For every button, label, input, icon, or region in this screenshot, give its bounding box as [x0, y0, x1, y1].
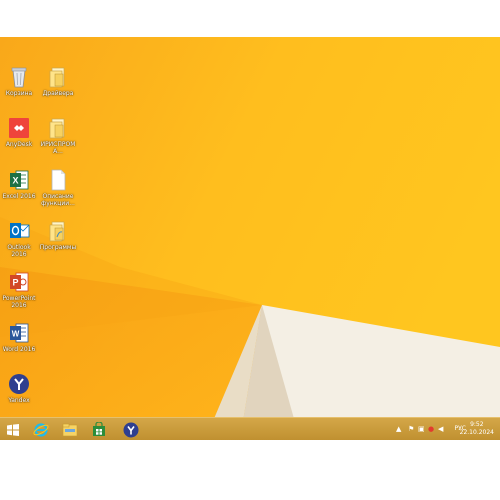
clock-time: 9:52 — [470, 421, 484, 428]
recycle-bin-icon — [8, 65, 30, 89]
action-center-flag-icon[interactable]: ⚑ — [408, 425, 414, 433]
folder-icon — [47, 219, 69, 243]
antivirus-icon[interactable]: ● — [428, 425, 434, 433]
folder-icon — [47, 65, 69, 89]
powerpoint-icon: P — [8, 270, 30, 294]
excel-icon: X — [8, 168, 30, 192]
desktop-icon-irisproma[interactable]: ИРИСПРОМА... — [39, 116, 77, 155]
desktop-icon-function-description[interactable]: Описание функции... — [39, 168, 77, 207]
network-icon[interactable]: ▣ — [418, 425, 425, 433]
document-icon — [47, 168, 69, 192]
taskbar-yandex[interactable] — [118, 419, 144, 440]
volume-icon[interactable]: ◀ — [438, 425, 443, 433]
desktop-icon-drivers[interactable]: Драйвера — [39, 65, 77, 97]
windows-store-icon — [93, 422, 105, 436]
taskbar-file-explorer[interactable] — [57, 419, 83, 440]
outlook-icon — [8, 219, 30, 243]
desktop-icon-anydesk[interactable]: AnyDesk — [0, 116, 38, 148]
desktop-icon-label: AnyDesk — [5, 141, 33, 148]
folder-icon — [47, 116, 69, 140]
file-explorer-icon — [62, 423, 78, 436]
desktop-icon-programs[interactable]: Программы — [39, 219, 77, 251]
word-icon: W — [8, 321, 30, 345]
desktop-icon-label: PowerPoint 2016 — [2, 295, 36, 309]
clock[interactable]: 9:52 22.10.2024 — [460, 421, 494, 437]
desktop-icon-label: Yandex — [8, 397, 30, 404]
desktop-icon-excel[interactable]: X Excel 2016 — [0, 168, 38, 200]
system-tray: ▲ ⚑ ▣ ● ◀ РУС 9:52 22.10.2024 — [390, 418, 500, 440]
desktop-icon-powerpoint[interactable]: P PowerPoint 2016 — [0, 270, 38, 309]
taskbar-internet-explorer[interactable] — [28, 419, 54, 440]
show-hidden-icons-icon[interactable]: ▲ — [396, 425, 401, 433]
desktop-icon-yandex[interactable]: Yandex — [0, 372, 38, 404]
yandex-browser-icon — [123, 422, 139, 437]
windows-start-icon — [7, 423, 19, 436]
desktop-icon-label: Outlook 2016 — [7, 244, 31, 258]
desktop-icon-outlook[interactable]: Outlook 2016 — [0, 219, 38, 258]
taskbar-store[interactable] — [86, 419, 112, 440]
svg-text:P: P — [12, 278, 18, 288]
desktop-icon-label: Корзина — [5, 90, 33, 97]
desktop-icon-label: Программы — [39, 244, 77, 251]
desktop-icon-label: Word 2016 — [2, 346, 36, 353]
anydesk-icon — [8, 116, 30, 140]
desktop[interactable]: Корзина Драйвера AnyDesk ИРИСПРОМА... X … — [0, 37, 500, 440]
clock-date: 22.10.2024 — [459, 429, 494, 436]
svg-text:W: W — [12, 330, 20, 339]
desktop-icon-label: Excel 2016 — [2, 193, 36, 200]
svg-text:X: X — [12, 176, 18, 186]
desktop-icon-label: Описание функции... — [41, 193, 75, 207]
start-button[interactable] — [0, 419, 26, 440]
desktop-icon-label: ИРИСПРОМА... — [40, 141, 76, 155]
desktop-icon-word[interactable]: W Word 2016 — [0, 321, 38, 353]
yandex-browser-icon — [8, 372, 30, 396]
taskbar: ▲ ⚑ ▣ ● ◀ РУС 9:52 22.10.2024 — [0, 417, 500, 440]
desktop-icon-recycle-bin[interactable]: Корзина — [0, 65, 38, 97]
desktop-icon-label: Драйвера — [42, 90, 74, 97]
internet-explorer-icon — [33, 422, 49, 437]
